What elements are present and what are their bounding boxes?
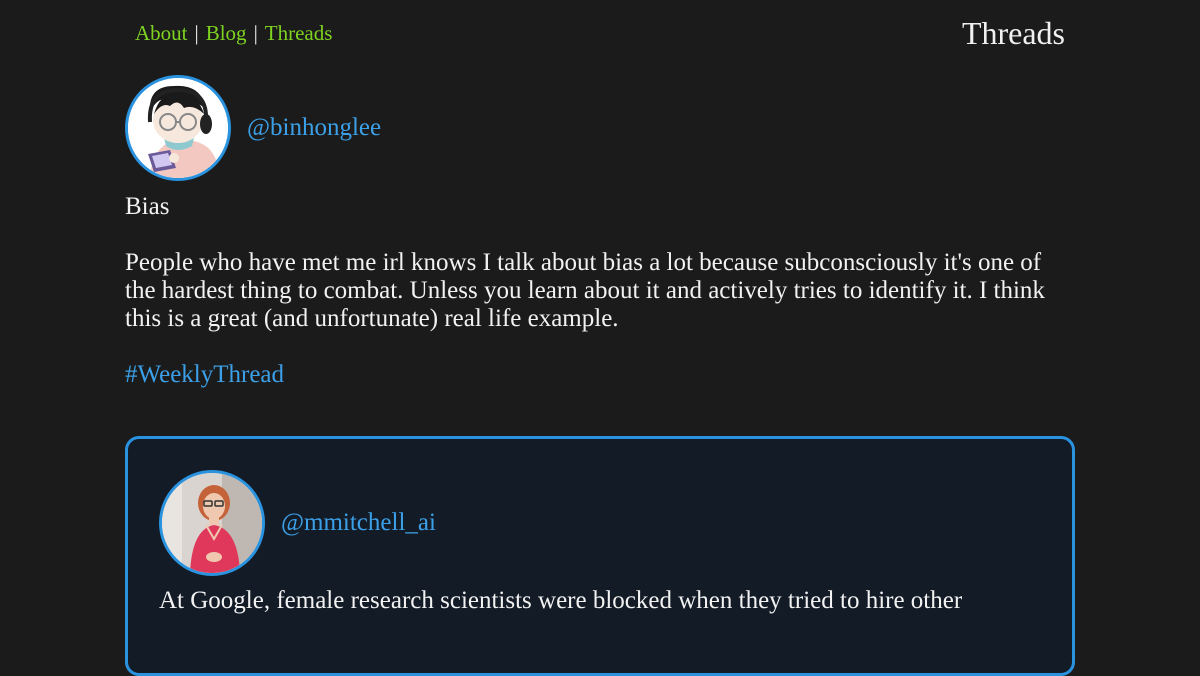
post-title: Bias <box>125 193 170 220</box>
quoted-author-handle-link[interactable]: @mmitchell_ai <box>281 509 436 537</box>
nav-link-threads[interactable]: Threads <box>265 19 333 47</box>
nav-separator: | <box>194 21 199 45</box>
nav-separator: | <box>253 21 258 45</box>
avatar[interactable] <box>125 75 231 181</box>
avatar[interactable] <box>159 470 265 576</box>
author-handle-link[interactable]: @binhonglee <box>247 114 381 142</box>
post-content: Bias People who have met me irl knows I … <box>125 193 1075 417</box>
post-author: @binhonglee <box>125 75 381 181</box>
quoted-post-text: At Google, female research scientists we… <box>159 587 963 614</box>
top-nav: About | Blog | Threads <box>135 19 332 47</box>
nav-link-blog[interactable]: Blog <box>206 19 247 47</box>
quoted-post-author: @mmitchell_ai <box>159 470 436 576</box>
quoted-post-card[interactable]: @mmitchell_ai At Google, female research… <box>125 436 1075 676</box>
page-title: Threads <box>961 15 1065 51</box>
post-body: People who have met me irl knows I talk … <box>125 249 1045 332</box>
cartoon-avatar-icon <box>128 78 228 178</box>
hashtag-link[interactable]: #WeeklyThread <box>125 361 284 388</box>
nav-link-about[interactable]: About <box>135 19 188 47</box>
profile-photo-icon <box>162 473 262 573</box>
